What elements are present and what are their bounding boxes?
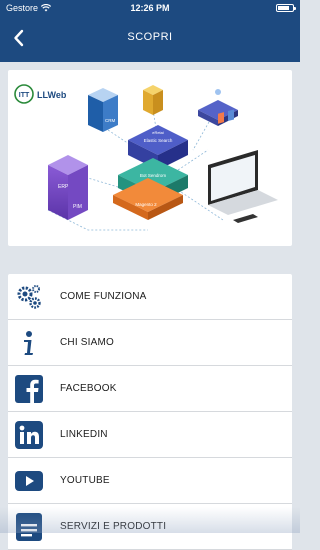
menu-item-linkedin[interactable]: LINKEDIN: [8, 412, 292, 458]
gears-icon: [14, 282, 44, 312]
svg-text:Elastic Search: Elastic Search: [144, 138, 173, 143]
svg-text:Bot Sendrom: Bot Sendrom: [140, 173, 167, 178]
hero-illustration: ITT LLWeb ERP PIM CRM Elastic Search eRe…: [8, 70, 292, 246]
menu-item-facebook[interactable]: FACEBOOK: [8, 366, 292, 412]
menu-item-chi-siamo[interactable]: CHI SIAMO: [8, 320, 292, 366]
menu-item-servizi-e-prodotti[interactable]: SERVIZI E PRODOTTI: [8, 504, 292, 550]
laptop-device: [208, 109, 278, 223]
linkedin-icon: [14, 420, 44, 450]
menu-item-label: YOUTUBE: [60, 475, 110, 486]
menu-item-label: FACEBOOK: [60, 383, 117, 394]
logo-text: LLWeb: [37, 90, 67, 100]
llweb-logo: ITT LLWeb: [14, 84, 67, 104]
info-icon: [14, 328, 44, 358]
navigation-bar: SCOPRI: [0, 16, 300, 62]
storage-box: [143, 85, 163, 115]
architecture-diagram: ITT LLWeb ERP PIM CRM Elastic Search eRe…: [14, 84, 278, 231]
svg-text:CRM: CRM: [105, 118, 115, 123]
pim-server: ERP PIM: [48, 155, 88, 220]
menu-list: COME FUNZIONA CHI SIAMO FACEBOOK LINKEDI…: [8, 274, 292, 550]
youtube-icon: [14, 466, 44, 496]
svg-text:ITT: ITT: [19, 92, 30, 99]
facebook-icon: [14, 374, 44, 404]
battery-icon: [276, 4, 296, 12]
status-time: 12:26 PM: [130, 3, 170, 13]
menu-item-label: LINKEDIN: [60, 429, 108, 440]
menu-item-label: CHI SIAMO: [60, 337, 115, 348]
menu-item-label: COME FUNZIONA: [60, 291, 147, 302]
menu-item-youtube[interactable]: YOUTUBE: [8, 458, 292, 504]
svg-text:PIM: PIM: [73, 204, 82, 210]
crm-server: CRM: [88, 88, 118, 132]
battery-level: [278, 6, 290, 10]
svg-text:eRetai: eRetai: [152, 130, 164, 135]
menu-item-label: SERVIZI E PRODOTTI: [60, 521, 167, 532]
page-title: SCOPRI: [127, 31, 173, 43]
menu-item-come-funziona[interactable]: COME FUNZIONA: [8, 274, 292, 320]
svg-text:Magento 2: Magento 2: [135, 202, 157, 207]
document-icon: [14, 512, 44, 542]
central-stack: Elastic Search eRetai Bot Sendrom Magent…: [113, 125, 188, 220]
status-bar: Gestore 12:26 PM: [0, 0, 300, 16]
svg-text:ERP: ERP: [58, 184, 69, 190]
